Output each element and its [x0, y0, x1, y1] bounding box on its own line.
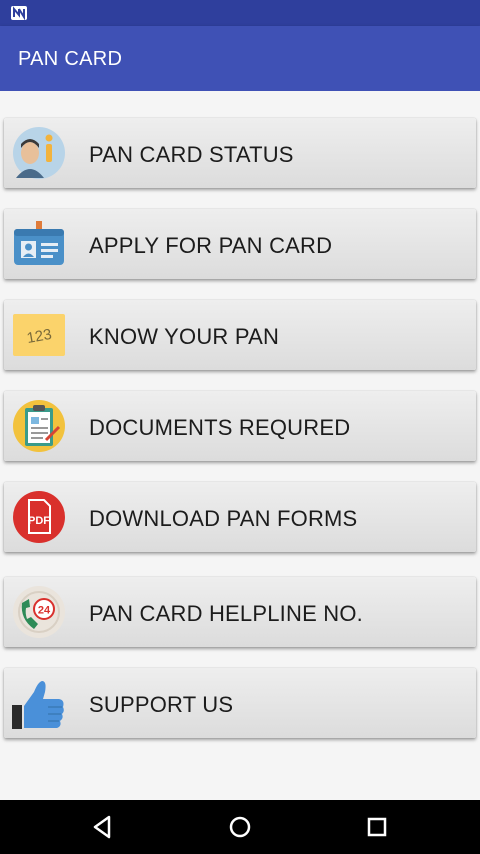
documents-required-button[interactable]: DOCUMENTS REQURED [4, 391, 476, 461]
thumbs-up-icon [12, 681, 64, 729]
pan-card-helpline-label: PAN CARD HELPLINE NO. [89, 601, 363, 626]
pan-card-helpline-button[interactable]: 24 PAN CARD HELPLINE NO. [4, 577, 476, 647]
svg-text:PDF: PDF [28, 515, 50, 527]
apply-for-pan-card-label: APPLY FOR PAN CARD [89, 233, 333, 258]
documents-required-label: DOCUMENTS REQURED [89, 415, 351, 440]
home-icon[interactable] [223, 810, 257, 844]
notification-icon [11, 6, 27, 20]
svg-text:24: 24 [38, 605, 51, 617]
info-person-icon [13, 127, 65, 179]
know-your-pan-button[interactable]: 123 KNOW YOUR PAN [4, 300, 476, 370]
support-us-label: SUPPORT US [89, 692, 234, 717]
pan-card-status-label: PAN CARD STATUS [89, 142, 294, 167]
pan-card-status-button[interactable]: PAN CARD STATUS [4, 118, 476, 188]
app-title: PAN CARD [18, 48, 123, 70]
status-bar [0, 0, 480, 26]
app-bar: PAN CARD [0, 26, 480, 91]
clipboard-icon [13, 400, 65, 452]
download-pan-forms-label: DOWNLOAD PAN FORMS [89, 506, 358, 531]
note-123-icon: 123 [13, 314, 65, 356]
download-pan-forms-button[interactable]: PDF DOWNLOAD PAN FORMS [4, 482, 476, 552]
support-us-button[interactable]: SUPPORT US [4, 668, 476, 738]
recents-icon[interactable] [360, 810, 394, 844]
menu-list: PAN CARD STATUS APPLY FOR PAN CARD 123 K… [0, 91, 480, 800]
navigation-bar [0, 800, 480, 854]
apply-for-pan-card-button[interactable]: APPLY FOR PAN CARD [4, 209, 476, 279]
pdf-icon: PDF [13, 491, 65, 543]
id-card-icon [14, 221, 64, 265]
know-your-pan-label: KNOW YOUR PAN [89, 324, 280, 349]
back-icon[interactable] [85, 810, 119, 844]
helpline-24-icon: 24 [13, 586, 65, 638]
